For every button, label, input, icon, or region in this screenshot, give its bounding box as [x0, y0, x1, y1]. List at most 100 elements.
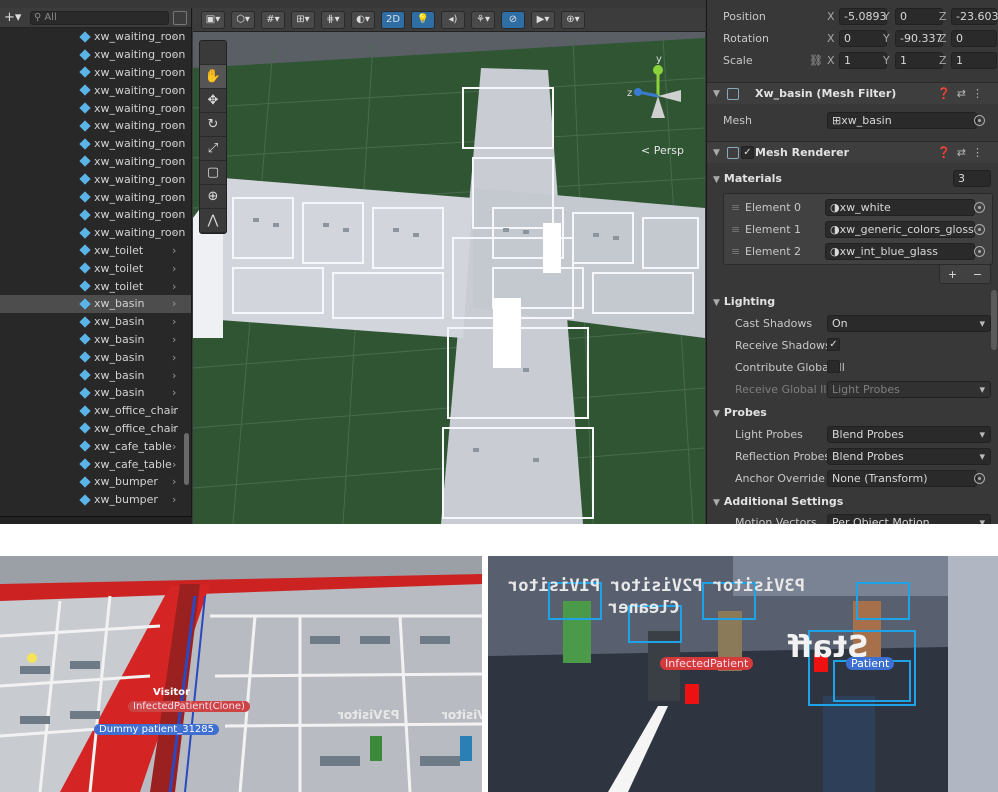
expand-chevron-icon[interactable]: ›: [172, 191, 176, 204]
scene-toolbar-button[interactable]: ⊘: [501, 10, 525, 29]
expand-chevron-icon[interactable]: ›: [172, 493, 176, 506]
object-picker-icon[interactable]: [974, 223, 985, 235]
expand-chevron-icon[interactable]: ›: [172, 333, 176, 346]
reflection-probes-dropdown[interactable]: Blend Probes: [827, 447, 991, 465]
expand-chevron-icon[interactable]: ›: [172, 404, 176, 417]
expand-chevron-icon[interactable]: ›: [172, 102, 176, 115]
hierarchy-item[interactable]: xw_waiting_roon ›: [0, 99, 191, 117]
expand-chevron-icon[interactable]: ›: [172, 173, 176, 186]
scene-toolbar-button[interactable]: ⊞▾: [291, 10, 315, 29]
expand-chevron-icon[interactable]: ›: [172, 155, 176, 168]
scene-toolbar-button[interactable]: 2D: [381, 10, 405, 29]
rotate-tool-icon[interactable]: ↻: [200, 113, 226, 137]
hierarchy-item[interactable]: xw_cafe_table ›: [0, 437, 191, 455]
scale-x-field[interactable]: 1: [839, 51, 887, 69]
expand-chevron-icon[interactable]: ›: [172, 137, 176, 150]
inspector-scrollbar[interactable]: [991, 290, 997, 350]
move-tool-icon[interactable]: ✥: [200, 89, 226, 113]
expand-chevron-icon[interactable]: ›: [172, 458, 176, 471]
material-field[interactable]: ◑ xw_white: [825, 198, 975, 216]
hierarchy-item[interactable]: xw_waiting_roon ›: [0, 224, 191, 242]
hierarchy-item[interactable]: xw_toilet ›: [0, 277, 191, 295]
hierarchy-item[interactable]: xw_waiting_roon ›: [0, 117, 191, 135]
rotation-y-field[interactable]: -90.337: [895, 29, 943, 47]
scene-toolbar-button[interactable]: ⊕▾: [561, 10, 585, 29]
scale-z-field[interactable]: 1: [951, 51, 997, 69]
hierarchy-item[interactable]: xw_toilet ›: [0, 242, 191, 260]
motion-vectors-dropdown[interactable]: Per Object Motion: [827, 513, 991, 524]
rect-tool-icon[interactable]: ▢: [200, 161, 226, 185]
hierarchy-item[interactable]: xw_waiting_roon ›: [0, 206, 191, 224]
scale-tool-icon[interactable]: ⤢: [200, 137, 226, 161]
cast-shadows-dropdown[interactable]: On: [827, 314, 991, 332]
custom-tool-icon[interactable]: ⋀: [200, 209, 226, 233]
contribute-gi-checkbox[interactable]: [827, 360, 840, 373]
mesh-renderer-header[interactable]: ▼ ✓ Mesh Renderer ❓⇄⋮: [707, 141, 998, 163]
scene-gizmo[interactable]: y z: [623, 56, 693, 136]
object-picker-icon[interactable]: [974, 114, 985, 126]
hierarchy-item[interactable]: xw_basin ›: [0, 294, 191, 313]
hierarchy-item[interactable]: xw_basin ›: [0, 348, 191, 366]
hierarchy-item[interactable]: xw_waiting_roon ›: [0, 153, 191, 171]
hierarchy-item[interactable]: xw_waiting_roon ›: [0, 188, 191, 206]
expand-chevron-icon[interactable]: ›: [172, 119, 176, 132]
expand-chevron-icon[interactable]: ›: [172, 315, 176, 328]
object-picker-icon[interactable]: [974, 472, 985, 484]
hierarchy-item[interactable]: xw_toilet ›: [0, 259, 191, 277]
scene-view[interactable]: ▣▾ ⬡▾ #▾ ⊞▾ ⋕▾ ◐▾ 2D 💡 ◂) ⚘▾ ⊘ ▶▾ ⊕▾ ✋ ✥ ↻ ⤢ ▢ ⊕ ⋀: [193, 8, 705, 524]
rotation-z-field[interactable]: 0: [951, 29, 997, 47]
hand-tool-icon[interactable]: ✋: [200, 65, 226, 89]
hierarchy-item[interactable]: xw_waiting_roon ›: [0, 81, 191, 99]
expand-chevron-icon[interactable]: ›: [172, 280, 176, 293]
hierarchy-item[interactable]: xw_basin ›: [0, 331, 191, 349]
hierarchy-item[interactable]: xw_bumper ›: [0, 473, 191, 491]
material-field[interactable]: ◑ xw_generic_colors_gloss: [825, 220, 975, 238]
add-object-button[interactable]: +▾: [4, 10, 26, 25]
transform-tool-icon[interactable]: ⊕: [200, 185, 226, 209]
material-element-2[interactable]: ≡ Element 2 ◑ xw_int_blue_glass: [707, 241, 998, 261]
expand-chevron-icon[interactable]: ›: [172, 386, 176, 399]
hierarchy-item[interactable]: xw_basin ›: [0, 313, 191, 331]
scene-toolbar-button[interactable]: ▣▾: [201, 10, 225, 29]
hierarchy-item[interactable]: xw_waiting_roon ›: [0, 135, 191, 153]
expand-chevron-icon[interactable]: ›: [172, 84, 176, 97]
hierarchy-item[interactable]: xw_cafe_table ›: [0, 455, 191, 473]
materials-row[interactable]: ▼ Materials 3: [707, 168, 998, 188]
hierarchy-scrollbar[interactable]: [184, 433, 189, 485]
scene-toolbar-button[interactable]: ⬡▾: [231, 10, 255, 29]
materials-count-field[interactable]: 3: [953, 169, 991, 187]
expand-chevron-icon[interactable]: ›: [172, 262, 176, 275]
hierarchy-item[interactable]: xw_waiting_roon ›: [0, 46, 191, 64]
hierarchy-item[interactable]: xw_waiting_roon ›: [0, 28, 191, 46]
position-x-field[interactable]: -5.0893: [839, 7, 887, 25]
expand-chevron-icon[interactable]: ›: [172, 422, 176, 435]
lighting-section[interactable]: ▼ Lighting: [707, 291, 998, 311]
expand-chevron-icon[interactable]: ›: [172, 48, 176, 61]
mesh-field[interactable]: ⊞ xw_basin: [827, 111, 977, 129]
light-probes-dropdown[interactable]: Blend Probes: [827, 425, 991, 443]
hierarchy-item[interactable]: xw_office_chair ›: [0, 420, 191, 438]
scene-toolbar-button[interactable]: ◐▾: [351, 10, 375, 29]
view-projection-label[interactable]: < Persp: [641, 144, 684, 157]
hierarchy-item[interactable]: xw_basin ›: [0, 366, 191, 384]
anchor-override-field[interactable]: None (Transform): [827, 469, 977, 487]
position-y-field[interactable]: 0: [895, 7, 943, 25]
material-element-0[interactable]: ≡ Element 0 ◑ xw_white: [707, 197, 998, 217]
scene-toolbar-button[interactable]: ▶▾: [531, 10, 555, 29]
expand-chevron-icon[interactable]: ›: [172, 297, 176, 310]
hierarchy-item[interactable]: xw_basin ›: [0, 384, 191, 402]
material-element-1[interactable]: ≡ Element 1 ◑ xw_generic_colors_gloss: [707, 219, 998, 239]
component-menu-icon[interactable]: ❓⇄⋮: [937, 146, 989, 159]
expand-chevron-icon[interactable]: ›: [172, 208, 176, 221]
link-icon[interactable]: ⛓: [809, 54, 823, 67]
position-z-field[interactable]: -23.603: [951, 7, 998, 25]
expand-chevron-icon[interactable]: ›: [172, 244, 176, 257]
hierarchy-item[interactable]: xw_waiting_roon ›: [0, 170, 191, 188]
view-tool-icon[interactable]: [200, 41, 226, 65]
mesh-renderer-enabled-checkbox[interactable]: ✓: [741, 146, 754, 159]
expand-chevron-icon[interactable]: ›: [172, 66, 176, 79]
object-picker-icon[interactable]: [974, 201, 985, 213]
expand-chevron-icon[interactable]: ›: [172, 226, 176, 239]
component-menu-icon[interactable]: ❓⇄⋮: [937, 87, 989, 100]
material-field[interactable]: ◑ xw_int_blue_glass: [825, 242, 975, 260]
